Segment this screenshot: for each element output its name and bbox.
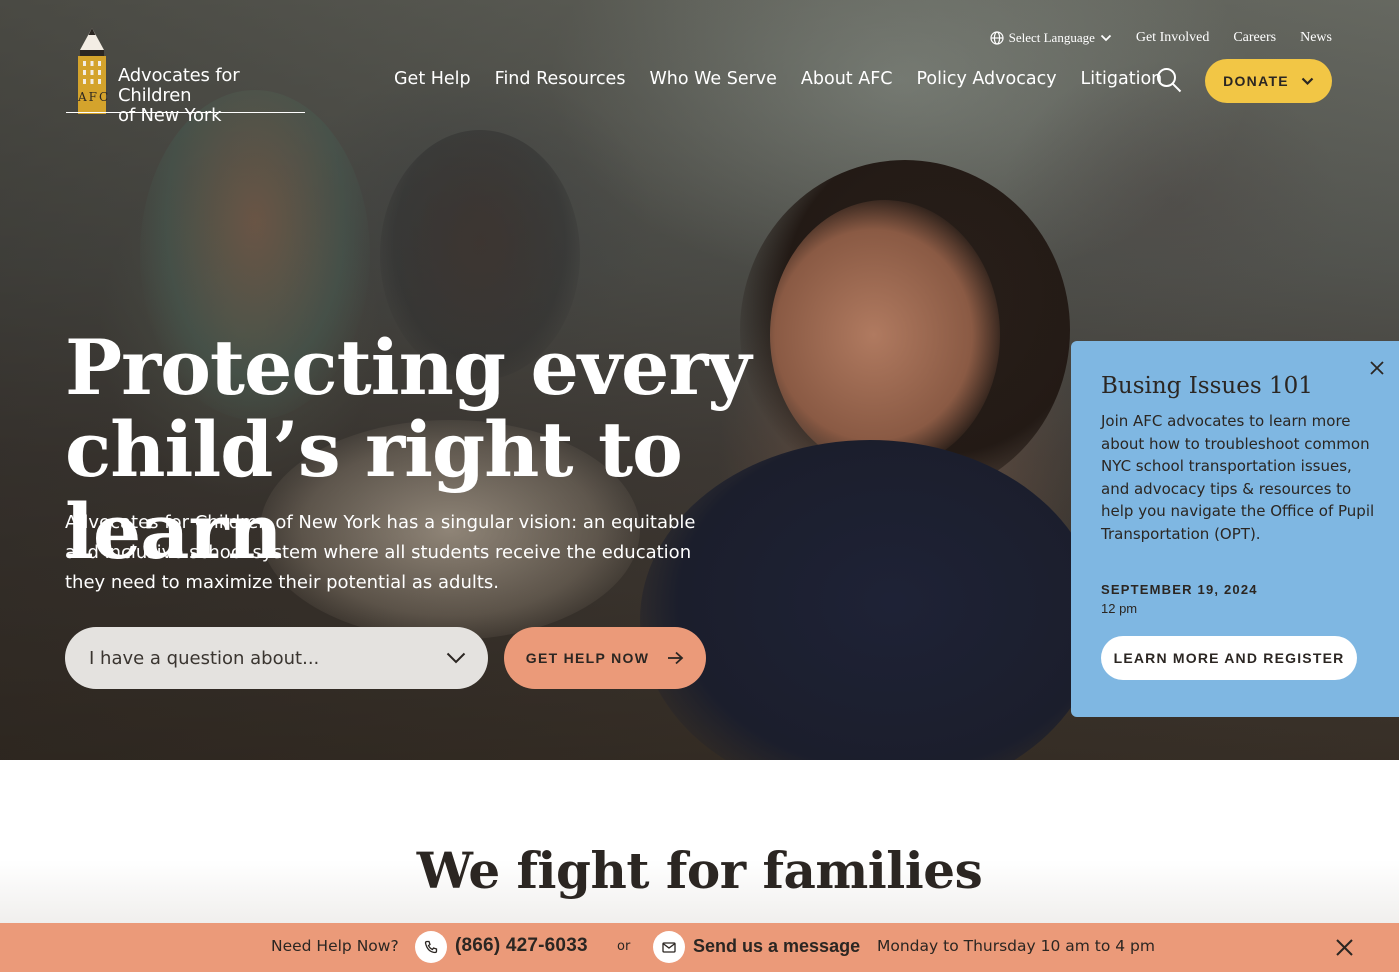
logo-wordmark: Advocates for Children of New York	[118, 66, 306, 126]
utility-link-careers[interactable]: Careers	[1233, 30, 1276, 46]
utility-nav: Select Language Get Involved Careers New…	[989, 28, 1332, 48]
donate-button[interactable]: DONATE	[1205, 59, 1332, 103]
question-topic-select[interactable]: I have a question about...	[65, 627, 488, 689]
phone-icon[interactable]	[415, 931, 447, 963]
globe-icon	[989, 31, 1004, 45]
language-selector-label: Select Language	[1008, 30, 1095, 45]
help-bar-label: Need Help Now?	[271, 937, 399, 955]
help-phone-number[interactable]: (866) 427-6033	[455, 935, 588, 957]
nav-item-who-we-serve[interactable]: Who We Serve	[649, 69, 776, 89]
question-select-placeholder: I have a question about...	[89, 647, 320, 669]
nav-item-about-afc[interactable]: About AFC	[801, 69, 893, 89]
event-time: 12 pm	[1101, 601, 1138, 616]
chevron-down-icon	[1100, 34, 1111, 42]
logo-name-line2: of New York	[118, 105, 222, 126]
event-promo-card: Busing Issues 101 Join AFC advocates to …	[1071, 341, 1399, 717]
arrow-right-icon	[668, 651, 684, 665]
mail-icon[interactable]	[653, 931, 685, 963]
utility-link-get-involved[interactable]: Get Involved	[1136, 30, 1209, 46]
main-nav: Get Help Find Resources Who We Serve Abo…	[394, 69, 1162, 89]
hero-title-line1: Protecting every	[65, 323, 752, 412]
hero-description: Advocates for Children of New York has a…	[65, 512, 696, 593]
learn-more-register-button[interactable]: LEARN MORE AND REGISTER	[1101, 636, 1357, 680]
section-title: We fight for families	[416, 841, 983, 900]
help-bar-or: or	[617, 939, 631, 954]
logo-mark-text: AFC	[78, 90, 111, 104]
chevron-down-icon	[446, 652, 466, 664]
event-description: Join AFC advocates to learn more about h…	[1101, 412, 1375, 543]
nav-item-litigation[interactable]: Litigation	[1081, 69, 1163, 89]
utility-link-news[interactable]: News	[1300, 30, 1332, 46]
help-bar-hours: Monday to Thursday 10 am to 4 pm	[877, 937, 1155, 955]
get-help-now-button[interactable]: GET HELP NOW	[504, 627, 706, 689]
nav-item-policy-advocacy[interactable]: Policy Advocacy	[916, 69, 1056, 89]
site-logo[interactable]: AFC Advocates for Children of New York	[66, 28, 306, 126]
event-date: SEPTEMBER 19, 2024	[1101, 582, 1258, 597]
chevron-down-icon	[1301, 77, 1314, 85]
get-help-now-label: GET HELP NOW	[525, 650, 650, 666]
send-message-link[interactable]: Send us a message	[693, 936, 860, 957]
search-icon[interactable]	[1156, 67, 1182, 93]
nav-item-find-resources[interactable]: Find Resources	[495, 69, 626, 89]
close-icon[interactable]	[1368, 359, 1386, 377]
close-icon[interactable]	[1335, 938, 1354, 957]
language-selector[interactable]: Select Language	[989, 30, 1112, 46]
nav-item-get-help[interactable]: Get Help	[394, 69, 471, 89]
need-help-bar: Need Help Now? (866) 427-6033 or Send us…	[0, 923, 1399, 972]
logo-underline	[66, 112, 305, 113]
logo-name-line1: Advocates for Children	[118, 65, 240, 106]
donate-button-label: DONATE	[1223, 73, 1289, 89]
event-title: Busing Issues 101	[1101, 373, 1313, 399]
